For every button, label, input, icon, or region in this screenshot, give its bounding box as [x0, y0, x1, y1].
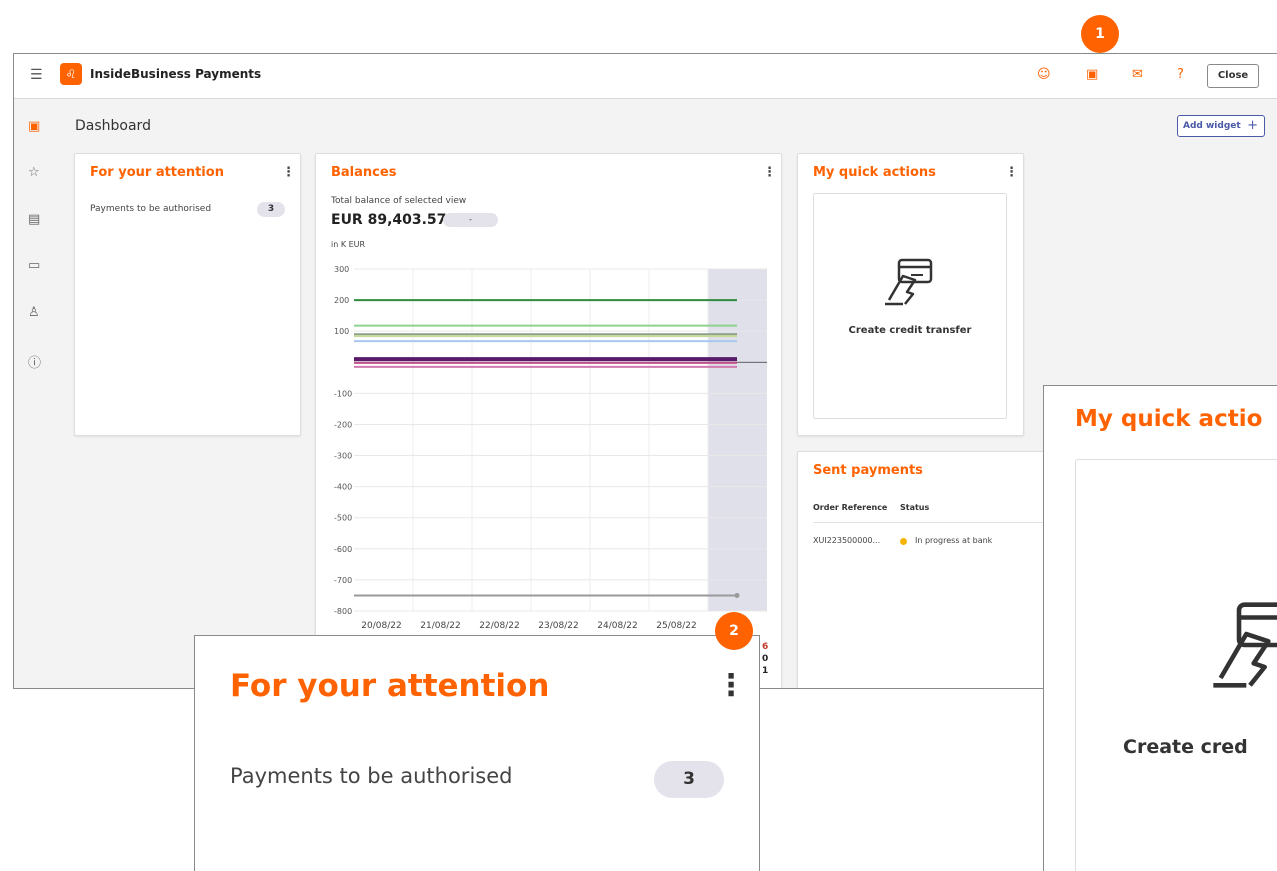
create-credit-transfer-tile[interactable]: Create credit transfer [813, 193, 1007, 419]
zoom-kebab-menu-icon[interactable]: ⋮ [716, 668, 746, 703]
chart-ytick-label: 100 [334, 327, 349, 336]
balances-card: Balances ⋮ Total balance of selected vie… [315, 153, 782, 688]
chart-ytick-label: -100 [334, 389, 352, 398]
kebab-menu-icon[interactable]: ⋮ [763, 165, 776, 180]
kebab-menu-icon[interactable]: ⋮ [1005, 165, 1018, 180]
card-title: My quick actions [813, 165, 936, 180]
attention-count-badge: 3 [257, 202, 285, 217]
card-icon[interactable]: ▭ [28, 258, 40, 273]
fragment-1: 6 [762, 642, 769, 652]
chart-unit-label: in K EUR [331, 240, 366, 249]
page-title: Dashboard [75, 118, 151, 134]
zoom-attention-count-badge: 3 [654, 761, 724, 798]
row-status: In progress at bank [915, 536, 993, 545]
zoom-attention-card: For your attention ⋮ Payments to be auth… [194, 635, 760, 871]
chart-ytick-label: -500 [334, 514, 352, 523]
zoom-create-credit-transfer-tile[interactable]: Create cred [1075, 459, 1277, 871]
close-button[interactable]: Close [1207, 64, 1259, 88]
status-dot [900, 538, 907, 545]
fragment-3: 1 [762, 666, 769, 676]
hamburger-menu-icon[interactable]: ☰ [30, 67, 43, 83]
zoom-create-credit-transfer-label: Create cred [1123, 736, 1248, 758]
chart-ytick-label: 300 [334, 265, 349, 274]
balances-subtitle: Total balance of selected view [331, 196, 467, 206]
stage: ☰ ♌ InsideBusiness Payments ☺ ▣ ✉ ? Clos… [0, 0, 1277, 871]
row-reference[interactable]: XUI223500000... [813, 536, 880, 545]
top-bar: ☰ ♌ InsideBusiness Payments ☺ ▣ ✉ ? Clos… [14, 54, 1277, 99]
lion-logo-icon: ♌ [60, 63, 82, 85]
chart-legend-fragment: 6 0 1 [762, 641, 768, 677]
payments-icon[interactable]: ▤ [28, 212, 40, 227]
mail-icon[interactable]: ✉ [1132, 67, 1143, 82]
fragment-2: 0 [762, 654, 769, 664]
chart-xtick-label: 23/08/22 [538, 621, 578, 631]
balance-amount: EUR 89,403.57 [331, 212, 447, 228]
card-title: Balances [331, 165, 397, 180]
dashboard-icon[interactable]: ▣ [1086, 67, 1098, 82]
user-icon[interactable]: ♙ [28, 305, 40, 320]
chart-ytick-label: -400 [334, 483, 352, 492]
chart-ytick-label: 200 [334, 296, 349, 305]
card-title: For your attention [90, 165, 224, 180]
attention-item-label[interactable]: Payments to be authorised [90, 204, 211, 214]
chart-xtick-label: 20/08/22 [361, 621, 401, 631]
chart-ytick-label: -300 [334, 452, 352, 461]
column-header-status: Status [900, 503, 930, 512]
zoom-card-title: For your attention [230, 668, 550, 704]
kebab-menu-icon[interactable]: ⋮ [282, 165, 295, 180]
sidebar: ▣ ☆ ▤ ▭ ♙ ⓘ [14, 99, 58, 688]
zoom-attention-item-label[interactable]: Payments to be authorised [230, 764, 512, 788]
chart-ytick-label: -600 [334, 545, 352, 554]
column-header-reference: Order Reference [813, 503, 888, 512]
star-icon[interactable]: ☆ [28, 165, 40, 180]
chart-ytick-label: -700 [334, 576, 352, 585]
credit-card-hand-icon [885, 258, 933, 306]
balances-chart: 300 200 100 -100 -200 -300 -400 -500 -600 -700 -80… [334, 265, 767, 631]
add-widget-button[interactable]: Add widget + [1177, 115, 1265, 137]
chart-ytick-label: -200 [334, 420, 352, 429]
zoom-credit-card-hand-icon [1213, 602, 1277, 688]
callout-badge-1: 1 [1081, 15, 1119, 53]
chart-xtick-label: 24/08/22 [597, 621, 637, 631]
add-widget-label: Add widget [1183, 121, 1241, 131]
chart-series-point [734, 592, 740, 598]
plus-icon: + [1247, 118, 1258, 133]
callout-badge-2: 2 [715, 612, 753, 650]
chart-xtick-label: 22/08/22 [479, 621, 519, 631]
app-title: InsideBusiness Payments [90, 67, 262, 81]
zoom-card-title: My quick actio [1075, 406, 1263, 432]
create-credit-transfer-label: Create credit transfer [848, 325, 972, 336]
chart-ytick-label: -800 [334, 607, 352, 616]
zoom-quick-actions-card: My quick actio Create cred [1043, 385, 1277, 871]
dashboard-icon[interactable]: ▣ [28, 119, 40, 134]
profile-icon[interactable]: ☺ [1037, 67, 1051, 82]
quick-actions-card: My quick actions ⋮ Create credit transfe… [797, 153, 1024, 436]
chart-xtick-label: 25/08/22 [656, 621, 696, 631]
attention-card: For your attention ⋮ Payments to be auth… [74, 153, 301, 436]
balance-change-badge: - [443, 213, 498, 227]
chart-highlight-column [708, 269, 767, 611]
info-icon[interactable]: ⓘ [28, 352, 41, 371]
card-title: Sent payments [813, 463, 923, 478]
help-icon[interactable]: ? [1177, 67, 1184, 82]
chart-xtick-label: 21/08/22 [420, 621, 460, 631]
